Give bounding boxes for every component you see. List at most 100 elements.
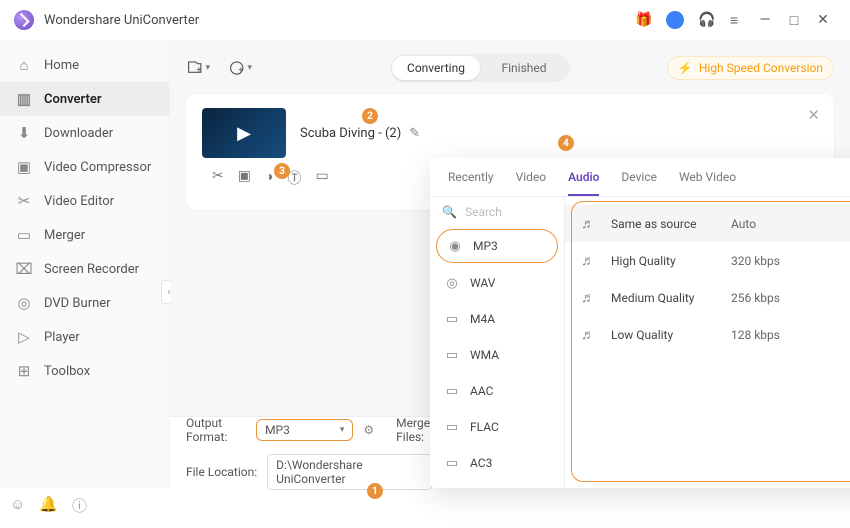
quality-medium[interactable]: ♬Medium Quality256 kbps✎ [565,279,850,316]
player-icon: ▷ [16,329,32,345]
flac-icon: ▭ [444,419,460,435]
sidebar: ⌂Home ▥Converter ⬇Downloader ▣Video Comp… [0,40,170,488]
account-icon[interactable] [666,11,684,29]
compressor-icon: ▣ [16,159,32,175]
output-settings-icon[interactable]: ⚙ [363,423,374,437]
sidebar-item-merger[interactable]: ▭Merger [0,218,169,252]
format-m4a[interactable]: ▭M4A [430,301,564,337]
dvd-icon: ◎ [16,295,32,311]
popup-tab-web-video[interactable]: Web Video [679,170,736,196]
card-close-button[interactable]: ✕ [807,106,820,124]
window-controls: — □ ✕ [752,12,836,29]
tab-converting[interactable]: Converting [392,56,480,80]
ac3-icon: ▭ [444,455,460,471]
status-segment: Converting Finished [390,54,570,82]
trim-icon[interactable]: ✂ [212,168,224,196]
converter-icon: ▥ [16,91,32,107]
video-title: Scuba Diving - (2) [300,126,401,141]
rename-icon[interactable]: ✎ [409,126,420,141]
sidebar-item-home[interactable]: ⌂Home [0,48,169,82]
format-mp3[interactable]: ◉MP3 [436,229,558,263]
music-icon: ♬ [581,252,601,269]
music-icon: ♬ [581,215,601,232]
aac-icon: ▭ [444,383,460,399]
sidebar-item-player[interactable]: ▷Player [0,320,169,354]
wav-icon: ◎ [444,275,460,291]
quality-low[interactable]: ♬Low Quality128 kbps✎ [565,316,850,353]
video-title-row: Scuba Diving - (2) ✎ [300,126,420,141]
sidebar-item-converter[interactable]: ▥Converter [0,82,169,116]
sidebar-item-toolbox[interactable]: ⊞Toolbox [0,354,169,388]
corner-icons: ☺ 🔔 ⓘ [10,495,87,516]
search-icon: 🔍 [442,205,457,219]
quality-high[interactable]: ♬High Quality320 kbps✎ [565,242,850,279]
menu-icon[interactable]: ≡ [730,12,738,29]
mp3-icon: ◉ [447,238,463,254]
support-icon[interactable]: 🎧 [698,12,715,28]
video-thumbnail[interactable]: ▶ [202,108,286,158]
svg-text:+: + [238,66,243,76]
app-logo [14,10,34,30]
sidebar-item-video-compressor[interactable]: ▣Video Compressor [0,150,169,184]
format-search[interactable]: 🔍Search [430,197,564,227]
quality-same-as-source[interactable]: ♬Same as sourceAuto✎ [565,205,850,242]
home-icon: ⌂ [16,57,32,73]
popup-tab-recently[interactable]: Recently [448,170,494,196]
maximize-button[interactable]: □ [781,12,807,29]
popup-tab-audio[interactable]: Audio [568,170,599,196]
recorder-icon: ⌧ [16,261,32,277]
format-ac3[interactable]: ▭AC3 [430,445,564,481]
sidebar-item-screen-recorder[interactable]: ⌧Screen Recorder [0,252,169,286]
content-area: +▾ +▾ Converting Finished High Speed Con… [170,40,850,488]
format-wav[interactable]: ◎WAV [430,265,564,301]
sidebar-item-dvd-burner[interactable]: ◎DVD Burner [0,286,169,320]
high-speed-conversion-button[interactable]: High Speed Conversion [667,56,834,80]
music-icon: ♬ [581,289,601,306]
toolbox-icon: ⊞ [16,363,32,379]
chevron-down-icon: ▾ [340,425,345,435]
notification-icon[interactable]: 🔔 [39,495,58,516]
feedback-icon[interactable]: ☺ [10,495,25,516]
add-url-button[interactable]: +▾ [228,56,252,80]
output-format-label: Output Format: [186,416,246,444]
titlebar-actions: 🎁 🎧 ≡ — □ ✕ [635,11,836,29]
add-file-button[interactable]: +▾ [186,56,210,80]
music-icon: ♬ [581,326,601,343]
annotation-badge-4: 4 [558,135,574,151]
format-aiff[interactable]: ▭AIFF [430,481,564,488]
minimize-button[interactable]: — [752,12,778,28]
crop-icon[interactable]: ▣ [238,168,251,196]
format-popup: Recently Video Audio Device Web Video 🔍S… [430,158,850,488]
app-title: Wondershare UniConverter [44,13,625,28]
file-location-value[interactable]: D:\Wondershare UniConverter [267,454,432,490]
output-format-select[interactable]: MP3▾ [256,419,353,441]
effect-icon[interactable]: ◑ [265,168,273,196]
editor-icon: ✂ [16,193,32,209]
annotation-badge-2: 2 [362,108,378,124]
format-aac[interactable]: ▭AAC [430,373,564,409]
info-icon[interactable]: ⓘ [72,495,87,516]
sidebar-item-video-editor[interactable]: ✂Video Editor [0,184,169,218]
format-flac[interactable]: ▭FLAC [430,409,564,445]
merger-icon: ▭ [16,227,32,243]
format-list: 🔍Search ◉MP3 ◎WAV ▭M4A ▭WMA ▭AAC ▭FLAC ▭… [430,197,565,488]
wma-icon: ▭ [444,347,460,363]
subtitle-icon[interactable]: ▭ [315,168,328,196]
format-wma[interactable]: ▭WMA [430,337,564,373]
svg-text:+: + [196,66,201,76]
m4a-icon: ▭ [444,311,460,327]
popup-tab-video[interactable]: Video [516,170,547,196]
popup-tabs: Recently Video Audio Device Web Video [430,158,850,196]
popup-tab-device[interactable]: Device [621,170,657,196]
annotation-badge-3: 3 [274,163,290,179]
gift-icon[interactable]: 🎁 [635,12,652,28]
quality-list: ♬Same as sourceAuto✎ ♬High Quality320 kb… [565,197,850,488]
file-location-label: File Location: [186,465,257,479]
tab-finished[interactable]: Finished [480,56,568,80]
titlebar: Wondershare UniConverter 🎁 🎧 ≡ — □ ✕ [0,0,850,40]
downloader-icon: ⬇ [16,125,32,141]
sidebar-item-downloader[interactable]: ⬇Downloader [0,116,169,150]
close-button[interactable]: ✕ [810,12,836,28]
annotation-badge-1: 1 [367,483,383,499]
content-topbar: +▾ +▾ Converting Finished High Speed Con… [186,54,834,82]
